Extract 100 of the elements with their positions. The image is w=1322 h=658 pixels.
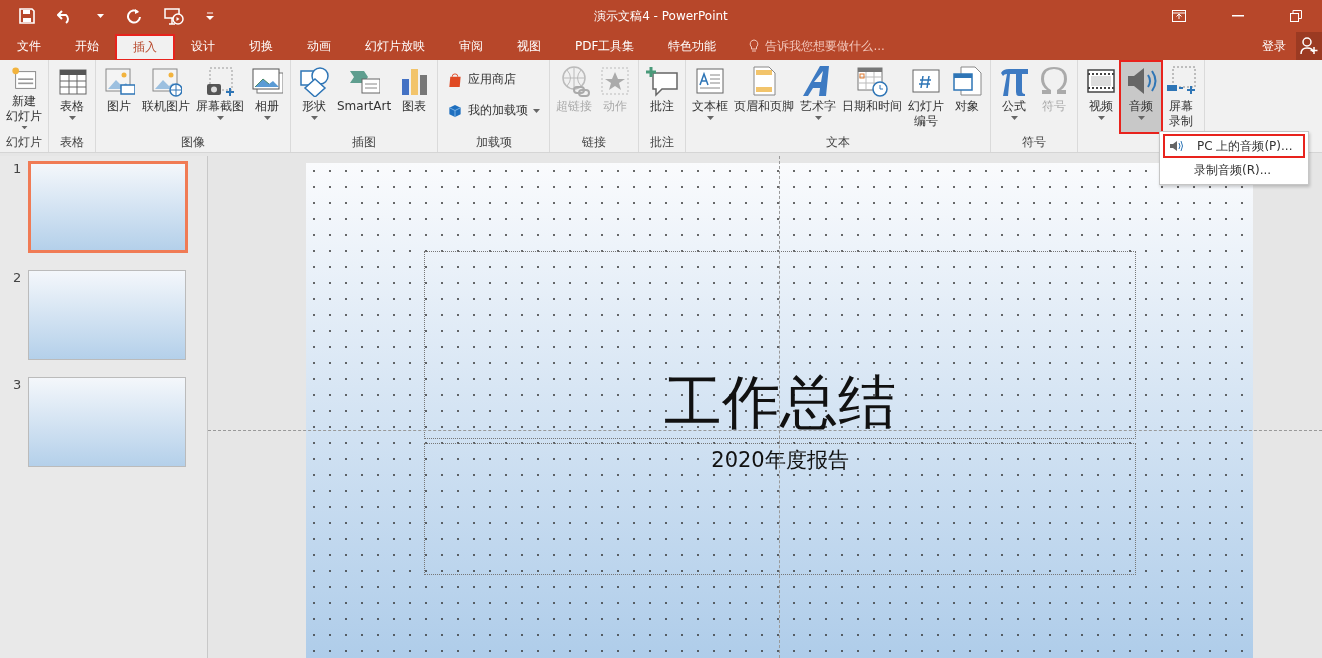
button-label: 艺术字 bbox=[800, 99, 837, 114]
group-label: 插图 bbox=[351, 134, 378, 151]
ribbon-tab[interactable]: 插入 bbox=[116, 35, 174, 60]
online-picture-icon bbox=[150, 65, 182, 97]
save-icon[interactable] bbox=[19, 8, 35, 24]
ribbon-button[interactable]: 联机图片 bbox=[139, 62, 193, 132]
ribbon-button[interactable]: 对象 bbox=[947, 62, 988, 132]
ribbon-button[interactable]: 音频 bbox=[1121, 62, 1162, 132]
window-icon bbox=[951, 65, 984, 97]
group-label: 文本 bbox=[825, 134, 852, 151]
slideshow-icon[interactable] bbox=[164, 7, 184, 25]
button-label: 公式 bbox=[1002, 99, 1027, 114]
button-label: 形状 bbox=[302, 99, 326, 114]
button-label: 文本框 bbox=[692, 99, 729, 114]
slide-title: 工作总结 bbox=[664, 368, 896, 438]
button-label: 动作 bbox=[603, 99, 628, 114]
ribbon-tab[interactable]: PDF工具集 bbox=[558, 32, 652, 60]
share-button[interactable] bbox=[1296, 32, 1322, 60]
caret-icon bbox=[706, 116, 714, 120]
button-label: 应用商店 bbox=[468, 71, 517, 88]
menu-item[interactable]: PC 上的音频(P)... bbox=[1163, 134, 1305, 158]
sign-in-link[interactable]: 登录 bbox=[1262, 32, 1296, 60]
ribbon-tab[interactable]: 审阅 bbox=[442, 32, 500, 60]
ribbon-button[interactable]: 幻灯片 编号 bbox=[905, 62, 948, 132]
text-box-icon bbox=[694, 65, 727, 97]
ribbon-button[interactable]: 公式 bbox=[994, 62, 1035, 132]
speaker-icon bbox=[1125, 65, 1158, 97]
title-placeholder[interactable]: 工作总结 bbox=[424, 251, 1136, 439]
button-label: 日期和时间 bbox=[842, 99, 903, 114]
window-title: 演示文稿4 - PowerPoint bbox=[594, 7, 728, 25]
ribbon-button[interactable]: 应用商店 bbox=[445, 69, 519, 90]
button-label: 屏幕截图 bbox=[196, 99, 244, 114]
ribbon-button[interactable]: 艺术字 bbox=[797, 62, 840, 132]
ribbon-button[interactable]: 屏幕 录制 bbox=[1161, 62, 1202, 132]
tell-me-field[interactable]: 告诉我您想要做什么... bbox=[763, 38, 938, 54]
menu-item[interactable]: 录制音频(R)... bbox=[1160, 158, 1308, 182]
ribbon-button[interactable]: 屏幕截图 bbox=[193, 62, 247, 132]
button-label: 编号 bbox=[914, 114, 939, 129]
slide-thumbnail[interactable] bbox=[28, 161, 188, 253]
button-label: 超链接 bbox=[556, 99, 593, 114]
group-label: 表格 bbox=[59, 134, 85, 151]
subtitle-placeholder[interactable]: 2020年度报告 bbox=[424, 443, 1136, 575]
button-label: 新建 bbox=[12, 93, 36, 109]
ribbon-tab[interactable]: 切换 bbox=[232, 32, 290, 60]
group-label: 符号 bbox=[1021, 134, 1048, 151]
ribbon-button[interactable]: 日期和时间 bbox=[839, 62, 906, 132]
button-label: SmartArt bbox=[337, 99, 392, 114]
group-label: 图像 bbox=[180, 134, 206, 151]
ribbon-button[interactable]: 批注 bbox=[642, 62, 683, 132]
ribbon-button[interactable]: 相册 bbox=[247, 62, 287, 132]
photo-album-icon bbox=[251, 65, 283, 97]
ribbon-tab[interactable]: 开始 bbox=[58, 32, 116, 60]
button-label: 我的加载项 bbox=[468, 102, 529, 119]
ribbon-button[interactable]: SmartArt bbox=[334, 62, 395, 132]
ribbon-button[interactable]: 我的加载项 bbox=[445, 100, 543, 121]
redo-icon[interactable] bbox=[126, 8, 142, 24]
ribbon-button[interactable]: 图片 bbox=[99, 62, 139, 132]
person-add-icon bbox=[1300, 37, 1318, 55]
ribbon-button[interactable]: 页眉和页脚 bbox=[731, 62, 798, 132]
slide-thumbnail[interactable] bbox=[28, 270, 186, 360]
ribbon-button[interactable]: 文本框 bbox=[689, 62, 732, 132]
ribbon-tab[interactable]: 特色功能 bbox=[651, 32, 734, 60]
caret-icon bbox=[1010, 116, 1018, 120]
slide-subtitle: 2020年度报告 bbox=[711, 447, 849, 474]
group-label: 加载项 bbox=[474, 134, 513, 151]
caret-icon bbox=[20, 125, 28, 129]
slide-thumbnail[interactable] bbox=[28, 377, 186, 467]
group-label: 链接 bbox=[581, 134, 608, 151]
caret-icon bbox=[216, 116, 224, 120]
button-label: 视频 bbox=[1089, 99, 1114, 114]
ribbon-tab[interactable]: 动画 bbox=[290, 32, 348, 60]
ribbon-tab[interactable]: 视图 bbox=[500, 32, 558, 60]
restore-icon[interactable] bbox=[1290, 10, 1302, 22]
ribbon-tab[interactable]: 幻灯片放映 bbox=[348, 32, 442, 60]
cube-icon bbox=[447, 102, 464, 119]
button-label: 相册 bbox=[255, 99, 279, 114]
button-label: 符号 bbox=[1042, 99, 1067, 114]
caret-icon bbox=[68, 116, 76, 120]
ribbon-button[interactable]: 形状 bbox=[294, 62, 334, 132]
customize-caret-icon[interactable] bbox=[206, 12, 214, 20]
ribbon-button[interactable]: 图表 bbox=[394, 62, 435, 132]
ribbon-button[interactable]: 新建 幻灯片 bbox=[3, 62, 45, 132]
button-label: 页眉和页脚 bbox=[734, 99, 795, 114]
button-label: 图表 bbox=[402, 99, 427, 114]
caret-icon bbox=[814, 116, 822, 120]
group-label: 批注 bbox=[649, 134, 676, 151]
button-label: 对象 bbox=[955, 99, 980, 114]
ribbon-button[interactable]: 表格 bbox=[52, 62, 92, 132]
slide-number: 1 bbox=[13, 161, 19, 176]
ribbon-tab[interactable]: 设计 bbox=[174, 32, 232, 60]
comment-icon bbox=[646, 65, 679, 97]
lightbulb-icon bbox=[749, 39, 760, 53]
caret-icon bbox=[533, 108, 541, 113]
button-label: 幻灯片 bbox=[908, 99, 945, 114]
ribbon-tab[interactable]: 文件 bbox=[0, 32, 58, 60]
speaker-icon bbox=[1169, 140, 1183, 152]
caret-icon[interactable] bbox=[97, 13, 104, 19]
button-label: 录制 bbox=[1169, 114, 1194, 129]
screen-record-icon bbox=[1165, 65, 1198, 97]
ribbon-display-icon[interactable] bbox=[1172, 10, 1186, 22]
